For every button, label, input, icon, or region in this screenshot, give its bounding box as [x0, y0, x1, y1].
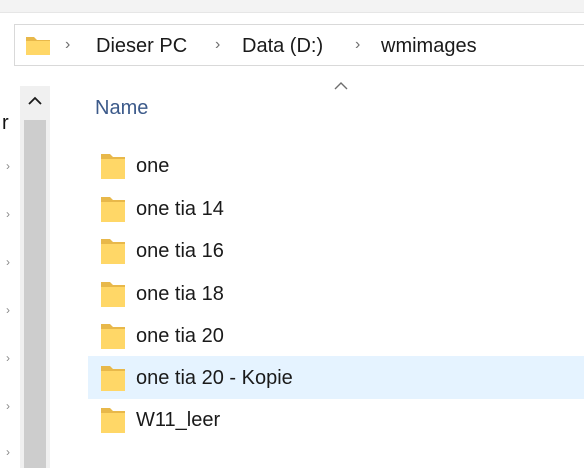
folder-icon [101, 197, 125, 222]
item-label: one tia 20 - Kopie [136, 367, 293, 389]
chevron-right-icon[interactable]: › [215, 35, 220, 55]
list-item[interactable]: one tia 20 [88, 314, 584, 357]
folder-icon [101, 154, 125, 179]
list-item[interactable]: one tia 16 [88, 229, 584, 272]
breadcrumb-item-data-d[interactable]: Data (D:) [242, 34, 323, 58]
chevron-right-icon[interactable]: › [65, 35, 70, 55]
folder-icon [101, 282, 125, 307]
item-label: W11_leer [136, 409, 221, 431]
list-item[interactable]: one tia 18 [88, 272, 584, 315]
list-item[interactable]: one tia 14 [88, 187, 584, 230]
navigation-pane-edge: r › › › › › › › [0, 86, 20, 468]
expand-arrow-icon[interactable]: › [6, 208, 10, 220]
folder-icon [101, 366, 125, 391]
breadcrumb-item-dieser-pc[interactable]: Dieser PC [96, 34, 187, 58]
nav-pane-partial-text: r [2, 112, 9, 134]
expand-arrow-icon[interactable]: › [6, 304, 10, 316]
scroll-up-button[interactable] [20, 86, 50, 120]
nav-pane-scrollbar[interactable] [20, 86, 50, 468]
item-label: one tia 18 [136, 283, 224, 305]
column-header-name[interactable]: Name [95, 96, 148, 120]
list-item[interactable]: one [88, 144, 584, 187]
expand-arrow-icon[interactable]: › [6, 256, 10, 268]
item-label: one tia 16 [136, 240, 224, 262]
expand-arrow-icon[interactable]: › [6, 160, 10, 172]
item-label: one tia 20 [136, 325, 224, 347]
folder-icon [101, 239, 125, 264]
window-top-strip [0, 0, 584, 13]
scrollbar-thumb[interactable] [24, 120, 46, 468]
folder-icon [26, 37, 50, 55]
sort-ascending-icon [334, 82, 348, 90]
folder-icon [101, 408, 125, 433]
expand-arrow-icon[interactable]: › [6, 400, 10, 412]
breadcrumb-item-wmimages[interactable]: wmimages [381, 34, 477, 58]
address-bar[interactable]: › Dieser PC › Data (D:) › wmimages [14, 24, 584, 66]
item-label: one [136, 155, 170, 177]
list-item[interactable]: W11_leer [88, 398, 584, 441]
folder-icon [101, 324, 125, 349]
list-item-selected[interactable]: one tia 20 - Kopie [88, 356, 584, 399]
item-label: one tia 14 [136, 198, 224, 220]
expand-arrow-icon[interactable]: › [6, 446, 10, 458]
scroll-up-icon [28, 96, 42, 105]
expand-arrow-icon[interactable]: › [6, 352, 10, 364]
chevron-right-icon[interactable]: › [355, 35, 360, 55]
